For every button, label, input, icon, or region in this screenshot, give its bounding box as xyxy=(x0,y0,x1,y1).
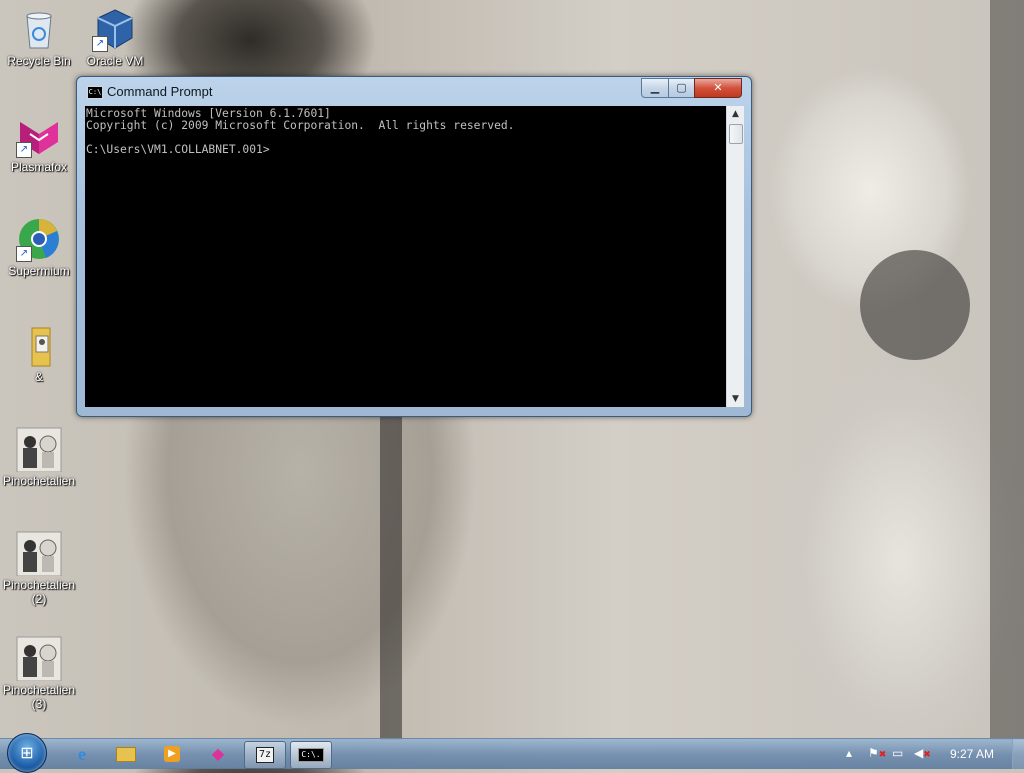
desktop-icon-supermium[interactable]: ↗ Supermium xyxy=(2,216,76,278)
image-thumbnail-icon xyxy=(16,426,62,473)
scroll-up-arrow-icon[interactable]: ▲ xyxy=(727,106,744,122)
windows-logo-icon: ⊞ xyxy=(20,743,34,762)
desktop-icon-oracle-vm[interactable]: ↗ Oracle VM xyxy=(78,6,152,68)
desktop-icon-pinochetalien-3[interactable]: Pinochetalien (3) xyxy=(2,635,76,711)
scroll-down-arrow-icon[interactable]: ▼ xyxy=(727,391,744,407)
desktop-icon-recycle-bin[interactable]: Recycle Bin xyxy=(2,6,76,68)
7zip-icon: 7z xyxy=(255,747,275,763)
file-explorer-icon xyxy=(116,746,136,762)
image-thumbnail-icon xyxy=(16,635,62,682)
minimize-icon: ▁ xyxy=(650,81,660,94)
taskbar: ⊞ e ▶ ◆ 7z C:\. ▴ ⚑✖ ▭ ◀✖ 9:27 AM xyxy=(0,733,1024,773)
desktop-icon-label: Oracle VM xyxy=(86,54,144,68)
window-titlebar[interactable]: C:\ Command Prompt ▁ ▢ ✕ xyxy=(77,77,751,107)
action-center-flag-icon[interactable]: ⚑✖ xyxy=(868,746,886,760)
taskbar-internet-explorer[interactable]: e xyxy=(62,741,102,767)
desktop-icon-pinochetalien[interactable]: Pinochetalien xyxy=(2,426,76,488)
desktop-icon-label: Pinochetalien (2) xyxy=(2,578,76,606)
shortcut-arrow-icon: ↗ xyxy=(16,246,32,262)
vertical-scrollbar[interactable]: ▲ ▼ xyxy=(726,106,744,407)
scrollbar-thumb[interactable] xyxy=(729,124,743,144)
network-icon[interactable]: ▭ xyxy=(892,746,903,760)
command-prompt-icon: C:\. xyxy=(298,748,324,762)
wallpaper-shadow xyxy=(860,250,970,360)
maximize-icon: ▢ xyxy=(676,81,687,94)
wallpaper-shadow xyxy=(380,410,402,740)
taskbar-plasmafox[interactable]: ◆ xyxy=(198,741,238,767)
desktop-icon-plasmafox[interactable]: ↗ Plasmafox xyxy=(2,112,76,174)
show-hidden-icons-button[interactable]: ▴ xyxy=(846,746,852,760)
taskbar-clock[interactable]: 9:27 AM xyxy=(950,747,994,761)
close-icon: ✕ xyxy=(713,81,723,94)
internet-explorer-icon: e xyxy=(78,744,86,764)
desktop-icon-label: Supermium xyxy=(8,264,70,278)
folder-icon xyxy=(16,322,62,368)
wallpaper-shadow xyxy=(990,0,1024,740)
shortcut-arrow-icon: ↗ xyxy=(16,142,32,158)
desktop-icon-label: Pinochetalien xyxy=(2,474,76,488)
command-prompt-icon[interactable]: C:\ xyxy=(87,86,103,99)
desktop-icon-pinochetalien-2[interactable]: Pinochetalien (2) xyxy=(2,530,76,606)
show-desktop-button[interactable] xyxy=(1012,739,1024,769)
taskbar-media-player[interactable]: ▶ xyxy=(152,741,192,767)
command-prompt-window[interactable]: C:\ Command Prompt ▁ ▢ ✕ Microsoft Windo… xyxy=(76,76,752,417)
window-title: Command Prompt xyxy=(107,84,213,99)
desktop-icon-label: Recycle Bin xyxy=(7,54,71,68)
shortcut-arrow-icon: ↗ xyxy=(92,36,108,52)
minimize-button[interactable]: ▁ xyxy=(641,78,669,98)
desktop-icon-folder[interactable]: & xyxy=(2,322,76,384)
supermium-icon: ↗ xyxy=(16,216,62,262)
plasmafox-icon: ◆ xyxy=(211,744,225,763)
desktop-icon-label: Plasmafox xyxy=(10,160,68,174)
taskbar-7zip[interactable]: 7z xyxy=(244,741,286,769)
recycle-bin-icon xyxy=(16,6,62,52)
start-button[interactable]: ⊞ xyxy=(7,733,47,773)
desktop-icon-label: & xyxy=(34,370,43,384)
virtualbox-icon: ↗ xyxy=(92,6,138,52)
media-player-icon: ▶ xyxy=(164,746,180,762)
image-thumbnail-icon xyxy=(16,530,62,577)
maximize-button[interactable]: ▢ xyxy=(668,78,695,98)
desktop-icon-label: Pinochetalien (3) xyxy=(2,683,76,711)
taskbar-command-prompt[interactable]: C:\. xyxy=(290,741,332,769)
close-button[interactable]: ✕ xyxy=(694,78,742,98)
console-output[interactable]: Microsoft Windows [Version 6.1.7601] Cop… xyxy=(85,106,726,407)
chevron-up-icon: ▴ xyxy=(846,746,853,760)
volume-muted-icon[interactable]: ◀✖ xyxy=(914,746,931,760)
plasmafox-icon: ↗ xyxy=(16,112,62,158)
taskbar-file-explorer[interactable] xyxy=(106,741,146,767)
